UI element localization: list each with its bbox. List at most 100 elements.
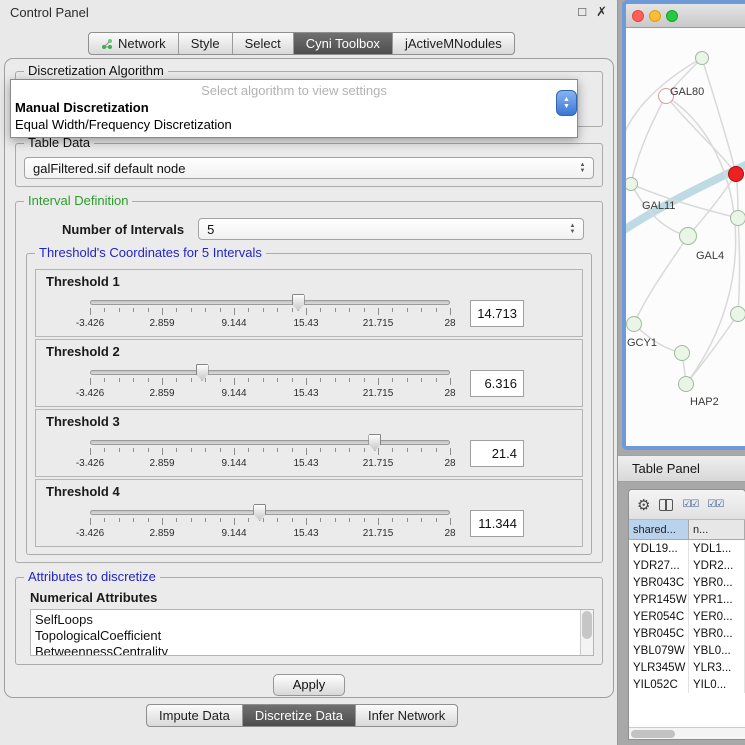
table-cell: YBR043C: [629, 574, 689, 591]
right-column: GAL80GAL11GAL4GCY1HAP2 Table Panel ⚙ ☑☑ …: [618, 0, 745, 745]
combobox-stepper-icon[interactable]: ▲▼: [565, 220, 580, 238]
threshold-slider[interactable]: -3.4262.8599.14415.4321.71528: [84, 432, 456, 474]
threshold-value-field[interactable]: 14.713: [470, 300, 524, 327]
network-node[interactable]: [730, 306, 745, 322]
table-row[interactable]: YPR145WYPR1...: [629, 591, 745, 608]
window-buttons: □ ✗: [578, 4, 607, 20]
combobox-stepper-icon[interactable]: ▲▼: [575, 159, 590, 177]
table-row[interactable]: YIL052CYIL0...: [629, 676, 745, 693]
slider-scale-label: 9.144: [221, 528, 246, 539]
threshold-panel: Threshold 1 -3.4262.8599.14415.4321.7152…: [35, 269, 583, 337]
table-row[interactable]: YBR043CYBR0...: [629, 574, 745, 591]
slider-range: -3.4262.8599.14415.4321.71528: [90, 432, 450, 474]
column-header-name[interactable]: n...: [689, 520, 745, 539]
network-node[interactable]: [678, 376, 694, 392]
threshold-slider[interactable]: -3.4262.8599.14415.4321.71528: [84, 362, 456, 404]
network-node[interactable]: [626, 316, 642, 332]
tab-discretize-data[interactable]: Discretize Data: [243, 705, 356, 726]
threshold-list: Threshold 1 -3.4262.8599.14415.4321.7152…: [27, 269, 591, 547]
application-root: Control Panel □ ✗ Network Style Select C…: [0, 0, 745, 745]
select-rows-icon[interactable]: ☑☑: [707, 499, 723, 510]
numerical-attributes-heading: Numerical Attributes: [30, 590, 602, 605]
scrollbar-thumb[interactable]: [582, 611, 592, 639]
threshold-slider[interactable]: -3.4262.8599.14415.4321.71528: [84, 292, 456, 334]
tab-label: Infer Network: [368, 708, 445, 723]
threshold-value-field[interactable]: 21.4: [470, 440, 524, 467]
threshold-value-field[interactable]: 6.316: [470, 370, 524, 397]
control-panel-titlebar: Control Panel □ ✗: [0, 0, 617, 24]
group-title: Threshold's Coordinates for 5 Intervals: [35, 245, 266, 260]
table-data-combobox[interactable]: galFiltered.sif default node ▲▼: [24, 157, 594, 179]
group-title: Interval Definition: [24, 193, 132, 208]
table-row[interactable]: YBL079WYBL0...: [629, 642, 745, 659]
table-panel-title: Table Panel: [632, 461, 700, 476]
combobox-value: galFiltered.sif default node: [33, 161, 185, 176]
network-node[interactable]: [728, 166, 744, 182]
gear-icon[interactable]: ⚙: [637, 496, 650, 514]
select-columns-icon[interactable]: ☑☑: [682, 499, 698, 510]
cyni-toolbox-panel: Discretization Algorithm Table Data galF…: [4, 58, 614, 698]
attributes-group: Attributes to discretize Numerical Attri…: [15, 577, 603, 665]
table-row[interactable]: YDR27...YDR2...: [629, 557, 745, 574]
close-traffic-light-icon[interactable]: [632, 10, 644, 22]
interval-definition-group: Interval Definition Number of Intervals …: [15, 201, 603, 563]
tab-jactivemnodules[interactable]: jActiveMNodules: [393, 33, 514, 54]
table-cell: YLR345W: [629, 659, 689, 676]
attribute-list-item[interactable]: BetweennessCentrality: [35, 644, 593, 656]
slider-scale-label: 21.715: [363, 528, 394, 539]
algorithm-combobox-stepper-icon[interactable]: ▲ ▼: [556, 90, 577, 116]
network-canvas[interactable]: GAL80GAL11GAL4GCY1HAP2: [626, 28, 745, 450]
table-row[interactable]: YER054CYER0...: [629, 608, 745, 625]
tab-style[interactable]: Style: [179, 33, 233, 54]
table-row[interactable]: YBR045CYBR0...: [629, 625, 745, 642]
table-cell: YLR3...: [689, 659, 745, 676]
number-of-intervals-combobox[interactable]: 5 ▲▼: [198, 218, 584, 240]
zoom-traffic-light-icon[interactable]: [666, 10, 678, 22]
control-panel: Control Panel □ ✗ Network Style Select C…: [0, 0, 618, 745]
threshold-label: Threshold 4: [36, 484, 582, 500]
tab-infer-network[interactable]: Infer Network: [356, 705, 457, 726]
table-cell: YBR045C: [629, 625, 689, 642]
network-node[interactable]: [730, 210, 745, 226]
dropdown-option-equal-width-frequency[interactable]: Equal Width/Frequency Discretization: [11, 116, 577, 133]
float-window-icon[interactable]: □: [578, 4, 586, 20]
columns-icon[interactable]: [659, 499, 673, 511]
control-panel-title: Control Panel: [10, 5, 89, 20]
tab-network[interactable]: Network: [89, 33, 179, 54]
network-node[interactable]: [679, 227, 697, 245]
dropdown-option-manual-discretization[interactable]: Manual Discretization: [11, 99, 577, 116]
attribute-list-item[interactable]: SelfLoops: [35, 612, 593, 628]
group-title: Attributes to discretize: [24, 569, 160, 584]
threshold-value-field[interactable]: 11.344: [470, 510, 524, 537]
close-window-icon[interactable]: ✗: [596, 4, 607, 20]
network-node[interactable]: [695, 51, 709, 65]
table-cell: YBR0...: [689, 625, 745, 642]
slider-range: -3.4262.8599.14415.4321.71528: [90, 292, 450, 334]
network-node-label: GAL80: [670, 86, 704, 98]
slider-scale-label: 9.144: [221, 318, 246, 329]
table-cell: YIL0...: [689, 676, 745, 693]
table-data-group: Table Data galFiltered.sif default node …: [15, 143, 603, 187]
slider-scale-label: 2.859: [149, 318, 174, 329]
slider-ticks: [90, 448, 450, 456]
tab-cyni-toolbox[interactable]: Cyni Toolbox: [294, 33, 393, 54]
threshold-slider[interactable]: -3.4262.8599.14415.4321.71528: [84, 502, 456, 544]
table-horizontal-scrollbar[interactable]: [629, 727, 745, 739]
apply-button[interactable]: Apply: [273, 674, 345, 696]
slider-scale-label: -3.426: [76, 318, 104, 329]
number-of-intervals-label: Number of Intervals: [62, 222, 184, 237]
tab-select[interactable]: Select: [233, 33, 294, 54]
attributes-scrollbar[interactable]: [580, 610, 593, 655]
network-node[interactable]: [674, 345, 690, 361]
minimize-traffic-light-icon[interactable]: [649, 10, 661, 22]
network-tab-icon: [101, 38, 113, 50]
table-row[interactable]: YLR345WYLR3...: [629, 659, 745, 676]
attribute-list-item[interactable]: TopologicalCoefficient: [35, 628, 593, 644]
column-header-shared-name[interactable]: shared...: [629, 520, 689, 539]
tab-impute-data[interactable]: Impute Data: [147, 705, 243, 726]
scrollbar-thumb[interactable]: [631, 730, 675, 738]
threshold-panel: Threshold 2 -3.4262.8599.14415.4321.7152…: [35, 339, 583, 407]
slider-scale-label: -3.426: [76, 388, 104, 399]
table-row[interactable]: YDL19...YDL1...: [629, 540, 745, 557]
slider-scale-label: -3.426: [76, 528, 104, 539]
